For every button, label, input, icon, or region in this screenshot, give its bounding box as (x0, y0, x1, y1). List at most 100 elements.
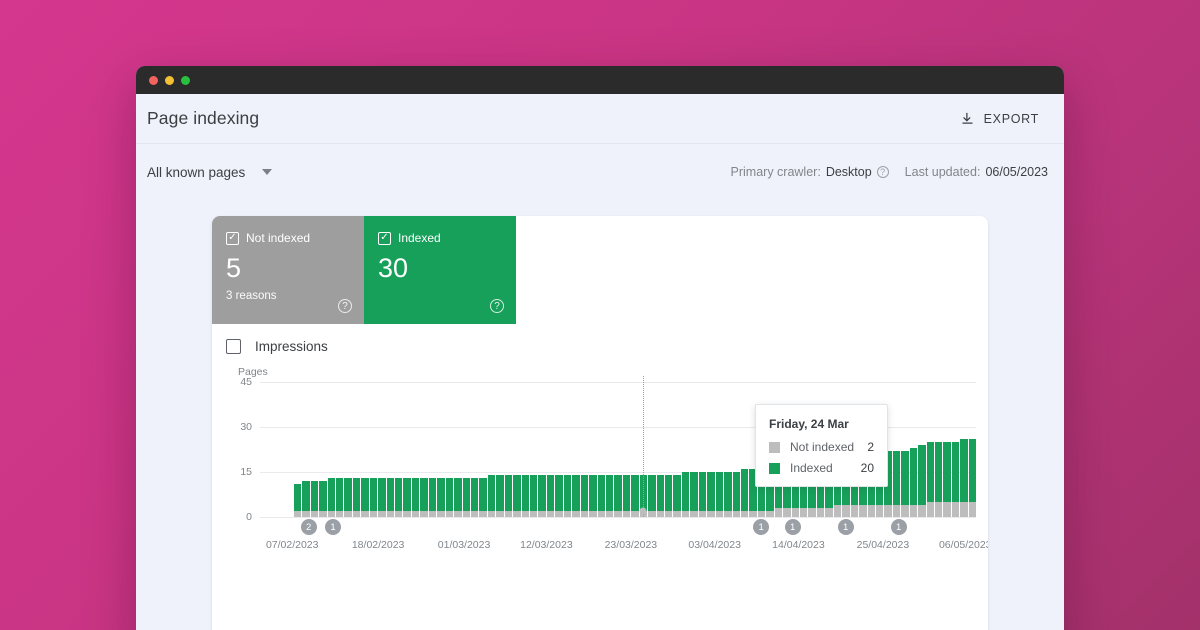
status-tile-value: 30 (378, 253, 409, 283)
chart-bar[interactable] (622, 475, 631, 517)
chart-bar[interactable] (673, 475, 681, 517)
chart-bar[interactable] (327, 478, 335, 517)
status-tile-not-indexed[interactable]: ✓ Not indexed 5 3 reasons ? (212, 216, 364, 324)
chart-bar-segment-not-indexed (859, 505, 867, 517)
checkbox-indexed[interactable]: ✓ (378, 231, 391, 245)
chart-bar[interactable] (698, 472, 707, 517)
chart-bar[interactable] (462, 478, 470, 517)
chart-bar-segment-indexed (293, 484, 302, 511)
chart-bar[interactable] (386, 478, 394, 517)
chart-bar[interactable] (411, 478, 420, 517)
chart-bar[interactable] (580, 475, 589, 517)
chart-bar[interactable] (589, 475, 597, 517)
chart-bar[interactable] (707, 472, 715, 517)
window-minimize-button[interactable] (165, 75, 174, 85)
checkbox-impressions[interactable] (226, 339, 241, 354)
chart-bar[interactable] (454, 478, 462, 517)
chart-bar[interactable] (395, 478, 403, 517)
impressions-toggle[interactable]: Impressions (212, 324, 988, 354)
chart-bar[interactable] (470, 478, 479, 517)
chart-annotation-badge[interactable]: 1 (784, 519, 801, 535)
chart-annotation-badge[interactable]: 1 (837, 519, 854, 535)
chart-bar[interactable] (530, 475, 538, 517)
chart-bar[interactable] (445, 478, 454, 517)
chart-bar-segment-indexed (648, 475, 656, 511)
chart-bar[interactable] (960, 439, 968, 517)
chart-bar[interactable] (487, 475, 496, 517)
chart-bar[interactable] (665, 475, 673, 517)
chart-bar[interactable] (918, 445, 926, 517)
chart-bar[interactable] (319, 481, 327, 517)
chart-bar[interactable] (740, 469, 749, 517)
chart-bar[interactable] (968, 439, 977, 517)
chart-bar[interactable] (546, 475, 555, 517)
chart-bar[interactable] (496, 475, 504, 517)
chart-bar-segment-indexed (597, 475, 605, 511)
chart-bar[interactable] (361, 478, 369, 517)
export-button[interactable]: EXPORT (958, 107, 1041, 130)
window-maximize-button[interactable] (181, 75, 190, 85)
chart-bar[interactable] (335, 478, 344, 517)
chart-bar[interactable] (732, 472, 740, 517)
chart-bar[interactable] (521, 475, 529, 517)
chart-hover-point (639, 507, 647, 515)
chart-bar[interactable] (310, 481, 319, 517)
chart-bar[interactable] (690, 472, 698, 517)
chart-bar[interactable] (724, 472, 732, 517)
chart-annotation-badge[interactable]: 2 (300, 519, 317, 535)
chart-bar[interactable] (631, 475, 639, 517)
chart-bar[interactable] (951, 442, 960, 517)
chart-bar[interactable] (403, 478, 411, 517)
chart-bar[interactable] (901, 451, 909, 517)
chart-bar[interactable] (420, 478, 428, 517)
help-circle-icon[interactable]: ? (876, 166, 889, 178)
chart-annotation-badge[interactable]: 1 (890, 519, 907, 535)
chart-bar[interactable] (715, 472, 724, 517)
chart-bar[interactable] (378, 478, 386, 517)
chart-annotation-badge[interactable]: 1 (325, 519, 342, 535)
page-scope-dropdown[interactable]: All known pages (147, 165, 273, 180)
status-tiles: ✓ Not indexed 5 3 reasons ? ✓ Indexed 30… (212, 216, 988, 324)
filter-bar-meta: Primary crawler: Desktop ? Last updated:… (731, 165, 1048, 179)
chart-bar[interactable] (892, 451, 901, 517)
chart-bar[interactable] (504, 475, 513, 517)
chart-bar[interactable] (614, 475, 622, 517)
chart-bar[interactable] (563, 475, 572, 517)
chart-bar[interactable] (428, 478, 437, 517)
last-updated-label: Last updated: (904, 165, 981, 179)
chart-bar[interactable] (656, 475, 664, 517)
chart-bar[interactable] (513, 475, 521, 517)
chart-bar[interactable] (935, 442, 943, 517)
chart-x-tick-label: 14/04/2023 (772, 539, 825, 551)
chart-bar[interactable] (437, 478, 445, 517)
chart-bar[interactable] (555, 475, 563, 517)
help-circle-icon[interactable]: ? (338, 299, 352, 313)
chart-annotation-badge[interactable]: 1 (753, 519, 770, 535)
checkbox-not-indexed[interactable]: ✓ (226, 231, 239, 245)
chart-bar[interactable] (597, 475, 605, 517)
window-titlebar (136, 66, 1064, 94)
chart-bar-segment-indexed (951, 442, 960, 502)
chart-bar[interactable] (681, 472, 690, 517)
chart-bar[interactable] (926, 442, 934, 517)
chart-bar-segment-indexed (352, 478, 361, 511)
chart-bar[interactable] (369, 478, 378, 517)
chart-bar[interactable] (909, 448, 918, 517)
chart-y-tick: 30 (240, 421, 252, 433)
status-tile-value: 5 (226, 253, 242, 283)
app-header: Page indexing EXPORT (136, 94, 1064, 144)
chart-bar[interactable] (344, 478, 352, 517)
chart-bar[interactable] (572, 475, 580, 517)
chart-bar[interactable] (302, 481, 310, 517)
chart-bar[interactable] (352, 478, 361, 517)
chart-bar[interactable] (538, 475, 546, 517)
chart-bar[interactable] (943, 442, 951, 517)
chart-bar[interactable] (479, 478, 487, 517)
chart-bar[interactable] (605, 475, 614, 517)
chart-bar-segment-indexed (935, 442, 943, 502)
window-close-button[interactable] (149, 75, 158, 85)
help-circle-icon[interactable]: ? (490, 299, 504, 313)
chart-bar[interactable] (648, 475, 656, 517)
status-tile-indexed[interactable]: ✓ Indexed 30 ? (364, 216, 516, 324)
chart-bar[interactable] (293, 484, 302, 517)
